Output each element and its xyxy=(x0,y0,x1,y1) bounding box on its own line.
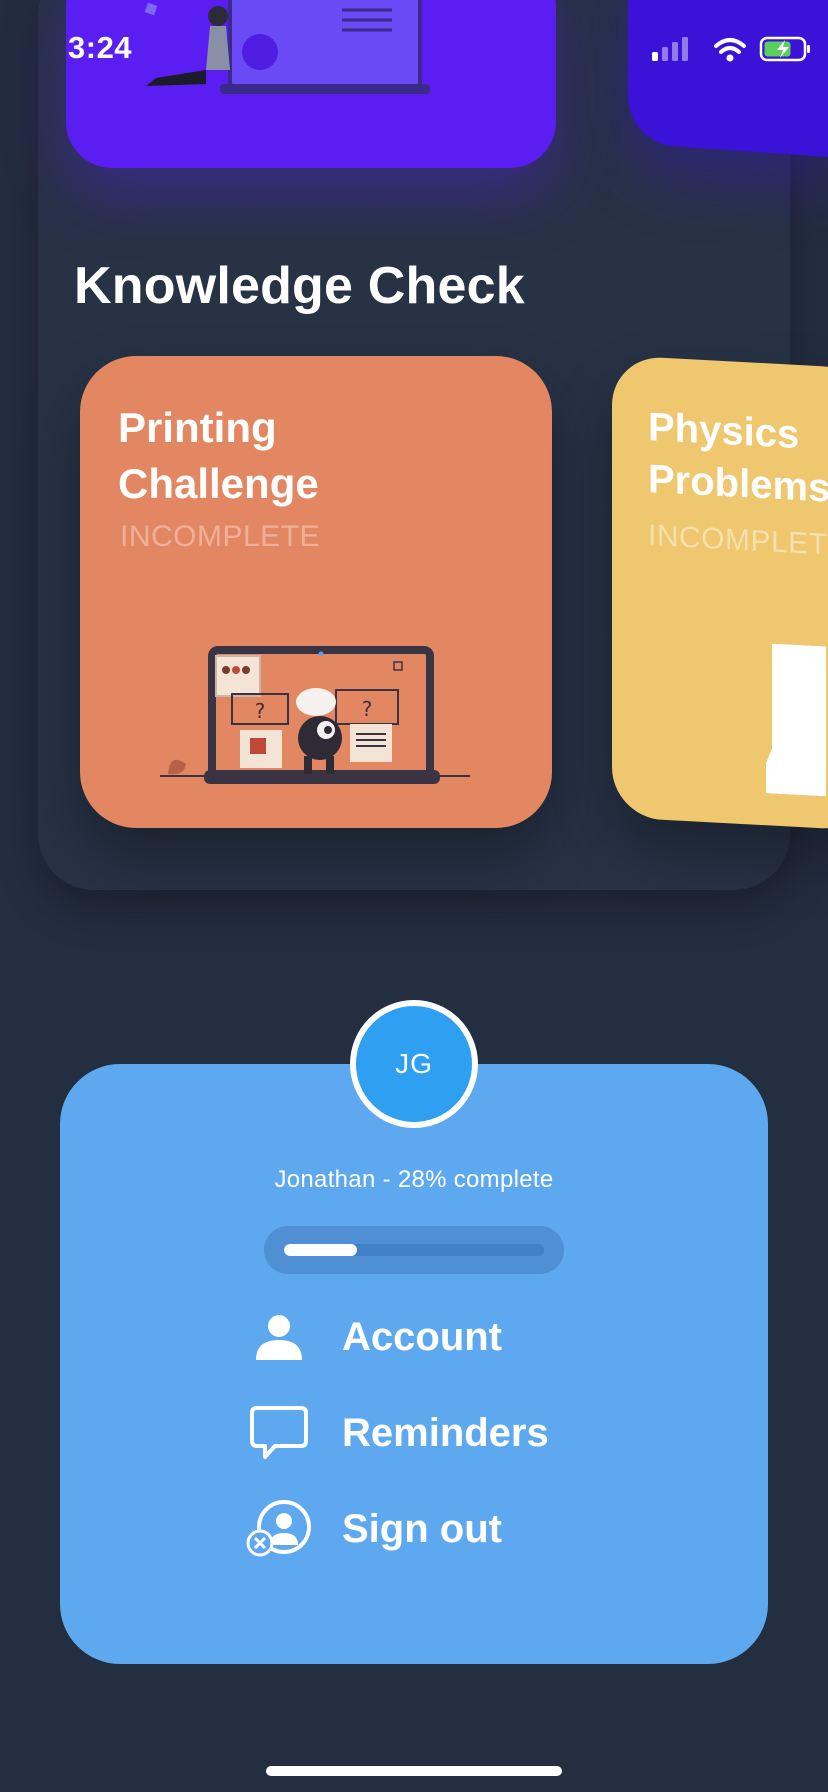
progress-label: Jonathan - 28% complete xyxy=(274,1166,554,1193)
progress-bar xyxy=(264,1226,564,1274)
menu-item-label: Reminders xyxy=(342,1410,549,1455)
section-title: Knowledge Check xyxy=(74,257,525,315)
person-icon xyxy=(244,1307,314,1367)
avatar[interactable]: JG xyxy=(350,1000,478,1128)
sign-out-user-icon xyxy=(244,1499,314,1559)
reading-illustration xyxy=(144,0,430,94)
home-indicator[interactable] xyxy=(266,1766,562,1776)
card-status: INCOMPLETE xyxy=(648,519,828,563)
challenge-card-printing[interactable]: Printing Challenge INCOMPLETE ? ? xyxy=(80,356,552,828)
card-illustration xyxy=(766,643,826,796)
menu-item-reminders[interactable]: Reminders xyxy=(244,1398,549,1468)
menu-item-label: Account xyxy=(342,1314,502,1359)
menu-item-sign-out[interactable]: Sign out xyxy=(244,1494,502,1564)
featured-course-card[interactable] xyxy=(66,0,556,168)
status-time: 3:24 xyxy=(68,30,133,65)
svg-text:?: ? xyxy=(362,697,373,721)
wifi-icon xyxy=(714,38,746,62)
challenge-card-physics[interactable]: Physics Problems INCOMPLETE xyxy=(612,355,828,831)
featured-course-card-next[interactable] xyxy=(628,0,828,157)
progress-track xyxy=(284,1244,544,1256)
signal-icon xyxy=(652,37,688,61)
battery-charging-icon xyxy=(759,36,810,62)
card-title: Physics Problems xyxy=(648,405,828,511)
quiz-laptop-illustration: ? ? xyxy=(160,646,470,784)
card-title: Printing Challenge xyxy=(118,404,319,507)
status-icons xyxy=(652,36,810,62)
menu-item-label: Sign out xyxy=(342,1506,502,1551)
svg-text:?: ? xyxy=(255,699,266,723)
menu-item-account[interactable]: Account xyxy=(244,1302,502,1372)
chat-bubble-icon xyxy=(244,1403,314,1463)
card-status: INCOMPLETE xyxy=(120,520,321,553)
progress-fill xyxy=(284,1244,357,1256)
